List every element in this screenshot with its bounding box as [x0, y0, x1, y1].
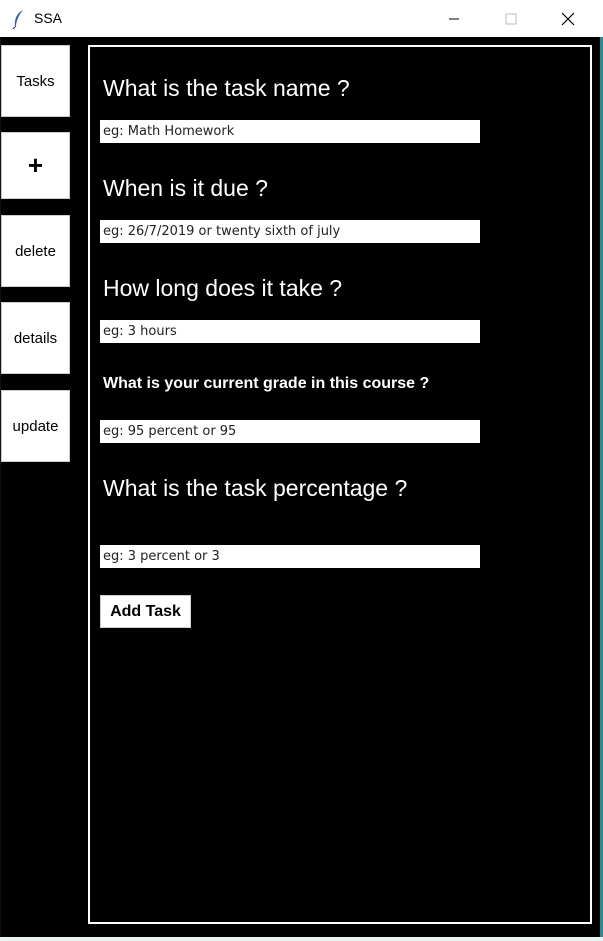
details-button[interactable]: details — [1, 302, 70, 374]
minimize-button[interactable] — [431, 0, 477, 37]
percentage-input[interactable] — [100, 545, 480, 568]
duration-label: How long does it take ? — [103, 275, 343, 301]
maximize-button[interactable] — [488, 0, 534, 37]
title-bar: SSA — [0, 0, 603, 38]
maximize-icon — [505, 13, 517, 24]
grade-label: What is your current grade in this cours… — [103, 375, 430, 392]
due-date-label: When is it due ? — [103, 175, 268, 201]
window-title: SSA — [34, 10, 63, 26]
due-date-input[interactable] — [100, 220, 480, 243]
task-name-input[interactable] — [100, 120, 480, 143]
add-button[interactable]: + — [1, 132, 70, 199]
add-task-button[interactable]: Add Task — [100, 595, 191, 628]
update-button[interactable]: update — [1, 390, 70, 462]
percentage-label: What is the task percentage ? — [103, 475, 408, 501]
close-button[interactable] — [545, 0, 591, 37]
feather-icon — [12, 9, 26, 30]
delete-button[interactable]: delete — [1, 215, 70, 287]
minimize-icon — [449, 18, 459, 19]
bottom-strip — [0, 937, 603, 941]
close-icon — [561, 12, 575, 25]
duration-input[interactable] — [100, 320, 480, 343]
grade-input[interactable] — [100, 420, 480, 443]
task-name-label: What is the task name ? — [103, 75, 350, 101]
tasks-button[interactable]: Tasks — [1, 45, 70, 117]
